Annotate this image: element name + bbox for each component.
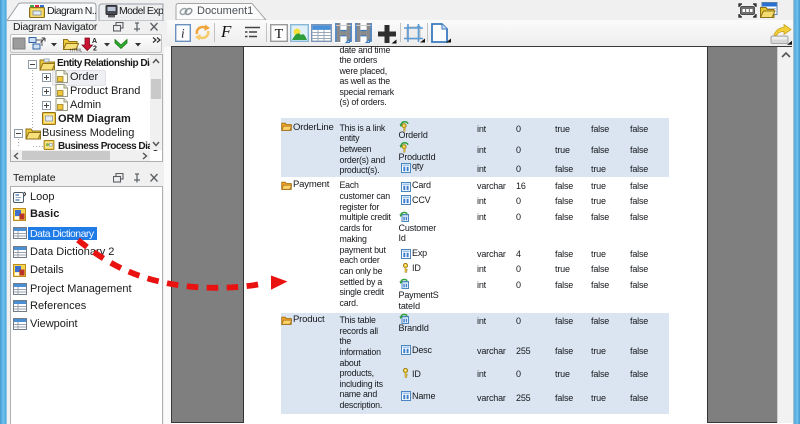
svg-text:HTML: HTML xyxy=(70,48,83,53)
svg-text:2: 2 xyxy=(93,46,97,53)
svg-text:T: T xyxy=(275,27,284,42)
svg-text:A: A xyxy=(92,38,97,45)
svg-text:i: i xyxy=(181,26,185,41)
